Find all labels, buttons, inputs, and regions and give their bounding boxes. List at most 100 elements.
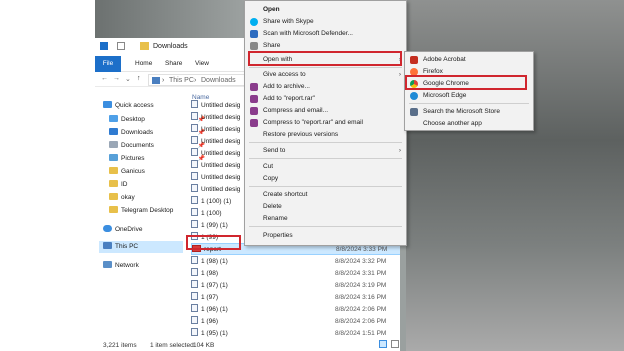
menu-copy[interactable]: Copy <box>245 173 406 184</box>
menu-separator <box>249 226 402 227</box>
details-view-icon[interactable] <box>379 340 387 348</box>
star-icon <box>103 101 112 108</box>
file-icon <box>191 220 198 228</box>
up-arrow-icon[interactable]: ↑ <box>137 75 141 82</box>
tab-home[interactable]: Home <box>135 60 152 67</box>
nav-telegram-desktop[interactable]: Telegram Desktop <box>109 205 195 217</box>
menu-share-with-skype[interactable]: Share with Skype <box>245 16 406 27</box>
pictures-icon <box>109 154 118 161</box>
file-row[interactable]: 1 (98) 8/8/2024 3:31 PM <box>191 268 401 280</box>
network-icon <box>103 261 112 268</box>
nav-pictures[interactable]: Pictures 📌 <box>109 153 205 165</box>
file-icon <box>191 316 198 324</box>
arrow-down-icon[interactable] <box>100 42 108 50</box>
tab-view[interactable]: View <box>195 60 209 67</box>
menu-separator <box>249 186 402 187</box>
menu-delete[interactable]: Delete <box>245 201 406 212</box>
nav-network[interactable]: Network <box>103 260 189 272</box>
chevron-right-icon: › <box>398 71 401 78</box>
store-icon <box>410 108 418 116</box>
tab-file[interactable]: File <box>95 56 121 72</box>
file-icon <box>191 304 198 312</box>
back-arrow-icon[interactable]: ← <box>101 75 108 82</box>
submenu-microsoft-edge[interactable]: Microsoft Edge <box>405 90 533 101</box>
forward-arrow-icon[interactable]: → <box>113 75 120 82</box>
file-icon <box>191 172 198 180</box>
menu-share[interactable]: Share <box>245 40 406 51</box>
file-row[interactable]: 1 (97) (1) 8/8/2024 3:19 PM <box>191 280 401 292</box>
breadcrumb-downloads[interactable]: Downloads <box>201 77 236 84</box>
file-icon <box>191 160 198 168</box>
folder-icon <box>109 167 118 174</box>
desktop-icon <box>109 115 118 122</box>
context-menu: Open Share with Skype Scan with Microsof… <box>244 0 407 246</box>
shield-icon <box>250 30 258 38</box>
highlight-open-with <box>248 51 402 66</box>
menu-scan-defender[interactable]: Scan with Microsoft Defender... <box>245 28 406 39</box>
nav-okay[interactable]: okay <box>109 192 195 204</box>
menu-compress-to-rar-and-email[interactable]: Compress to "report.rar" and email <box>245 117 406 128</box>
file-icon <box>191 280 198 288</box>
chevron-right-icon: › <box>398 147 401 154</box>
file-icon <box>191 148 198 156</box>
file-icon <box>191 136 198 144</box>
checkbox-icon[interactable] <box>117 42 125 50</box>
highlight-google-chrome <box>405 75 527 90</box>
menu-open[interactable]: Open <box>245 4 406 15</box>
open-with-submenu: Adobe Acrobat Firefox Google Chrome Micr… <box>404 51 534 131</box>
breadcrumb-this-pc[interactable]: This PC <box>169 77 194 84</box>
nav-id[interactable]: ID <box>109 179 195 191</box>
selection-count: 1 item selected <box>150 342 194 349</box>
file-row[interactable]: 1 (98) (1) 8/8/2024 3:32 PM <box>191 256 401 268</box>
winrar-icon <box>250 83 258 91</box>
menu-separator <box>249 142 402 143</box>
file-row[interactable]: 1 (96) (1) 8/8/2024 2:06 PM <box>191 304 401 316</box>
submenu-choose-another-app[interactable]: Choose another app <box>405 118 533 129</box>
file-icon <box>191 112 198 120</box>
menu-add-to-archive[interactable]: Add to archive... <box>245 81 406 92</box>
file-icon <box>191 292 198 300</box>
file-icon <box>191 256 198 264</box>
file-icon <box>191 100 198 108</box>
menu-properties[interactable]: Properties <box>245 230 406 241</box>
nav-onedrive[interactable]: OneDrive <box>103 224 189 236</box>
menu-add-to-report-rar[interactable]: Add to "report.rar" <box>245 93 406 104</box>
tab-share[interactable]: Share <box>165 60 182 67</box>
nav-quick-access[interactable]: Quick access <box>103 100 189 112</box>
this-pc-icon <box>152 77 160 84</box>
menu-separator <box>249 158 402 159</box>
computer-icon <box>103 242 112 249</box>
folder-icon <box>140 42 149 50</box>
nav-downloads[interactable]: Downloads 📌 <box>109 127 205 139</box>
folder-icon <box>109 193 118 200</box>
file-row[interactable]: 1 (96) 8/8/2024 2:06 PM <box>191 316 401 328</box>
menu-send-to[interactable]: Send to › <box>245 145 406 156</box>
file-icon <box>191 124 198 132</box>
menu-rename[interactable]: Rename <box>245 213 406 224</box>
menu-cut[interactable]: Cut <box>245 161 406 172</box>
file-row[interactable]: 1 (97) 8/8/2024 3:16 PM <box>191 292 401 304</box>
file-icon <box>191 268 198 276</box>
file-icon <box>191 208 198 216</box>
menu-restore-previous-versions[interactable]: Restore previous versions <box>245 129 406 140</box>
menu-compress-and-email[interactable]: Compress and email... <box>245 105 406 116</box>
submenu-search-store[interactable]: Search the Microsoft Store <box>405 106 533 117</box>
menu-give-access[interactable]: Give access to › <box>245 69 406 80</box>
adobe-acrobat-icon <box>410 56 418 64</box>
window-title: Downloads <box>153 43 188 50</box>
file-icon <box>191 196 198 204</box>
menu-create-shortcut[interactable]: Create shortcut <box>245 189 406 200</box>
download-icon <box>109 128 118 135</box>
status-bar: 3,221 items 1 item selected 104 KB <box>95 338 405 351</box>
nav-this-pc[interactable]: This PC <box>99 241 183 253</box>
chevron-down-icon[interactable]: ⌄ <box>125 75 131 83</box>
folder-icon <box>109 180 118 187</box>
cloud-icon <box>103 225 112 232</box>
skype-icon <box>250 18 258 26</box>
large-icons-view-icon[interactable] <box>391 340 399 348</box>
selection-size: 104 KB <box>193 342 215 349</box>
nav-ganicus[interactable]: Ganicus <box>109 166 195 178</box>
nav-desktop[interactable]: Desktop 📌 <box>109 114 205 126</box>
submenu-adobe-acrobat[interactable]: Adobe Acrobat <box>405 54 533 65</box>
nav-documents[interactable]: Documents 📌 <box>109 140 205 152</box>
